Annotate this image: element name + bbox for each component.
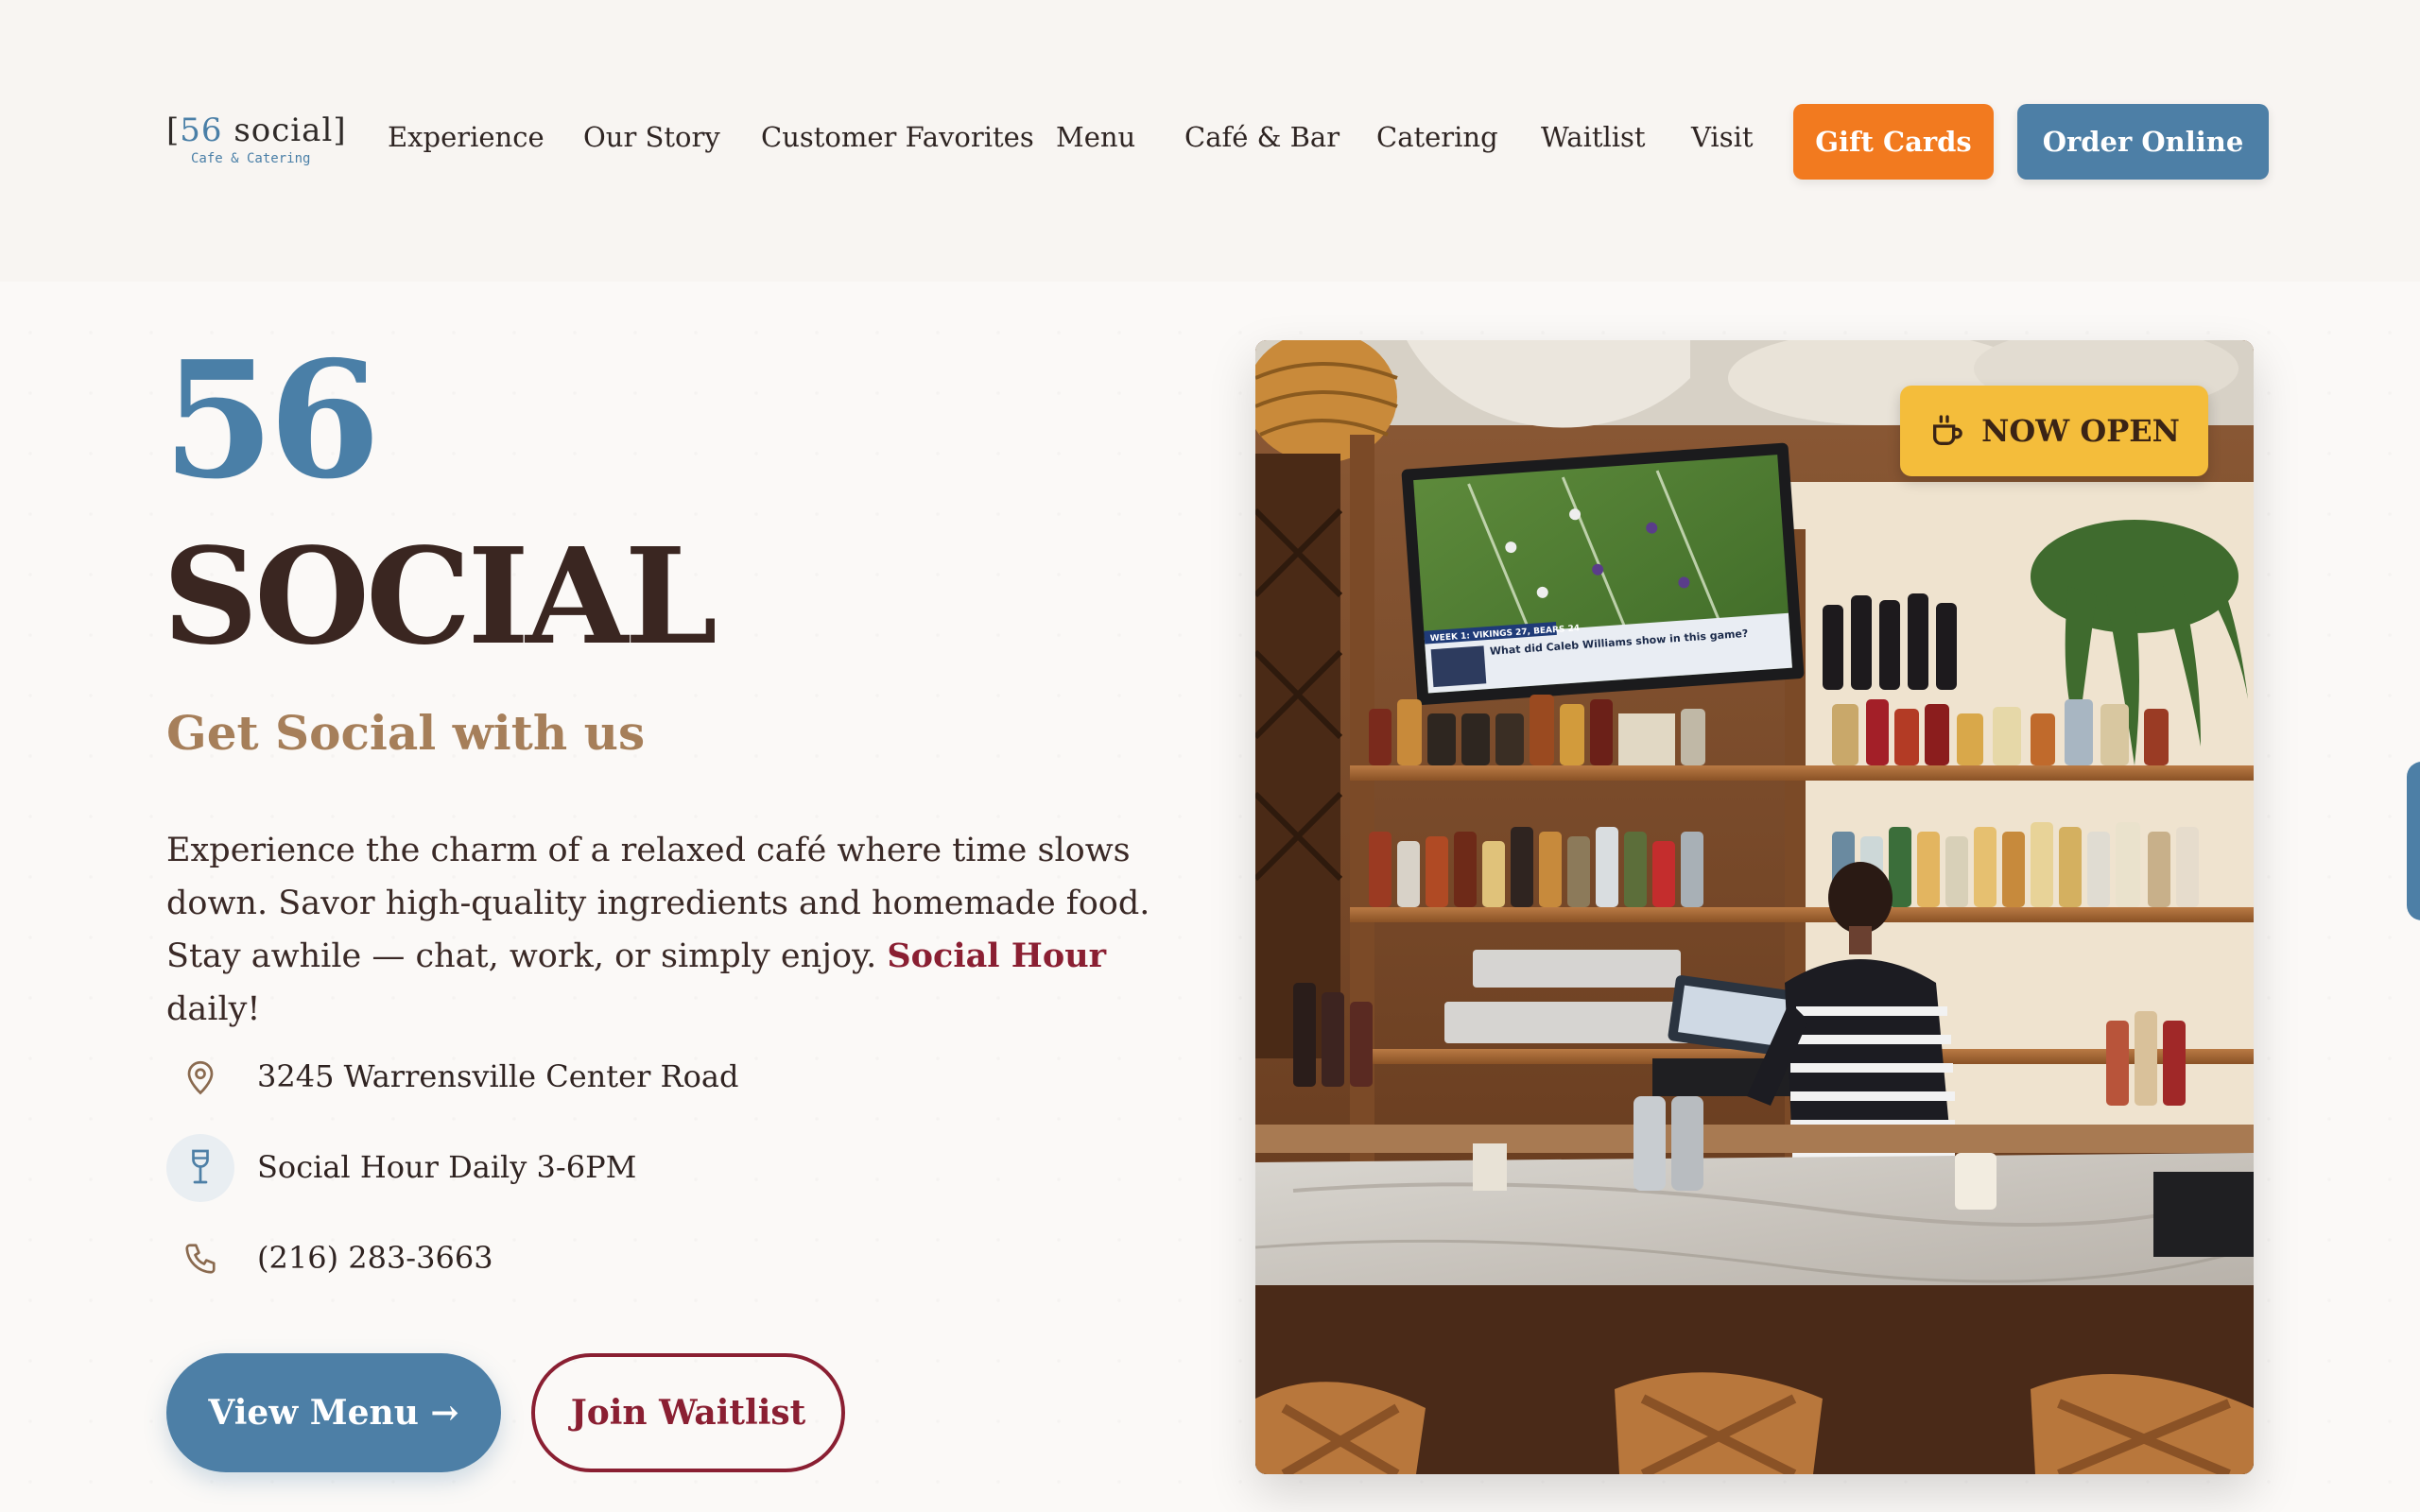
join-waitlist-button[interactable]: Join Waitlist <box>531 1353 845 1472</box>
phone-link[interactable]: (216) 283-3663 <box>257 1240 493 1276</box>
social-hour-highlight: Social Hour <box>887 936 1107 975</box>
location-pin-icon <box>166 1043 234 1111</box>
nav-item-customer-favorites[interactable]: Customer Favorites <box>761 121 1034 153</box>
brand-logo[interactable]: [56 social] Cafe & Catering <box>166 112 346 174</box>
logo-wordmark: [56 social] <box>166 112 347 149</box>
side-feedback-tab[interactable] <box>2407 762 2420 920</box>
social-hour-text: Social Hour Daily 3-6PM <box>257 1149 637 1185</box>
nav-item-waitlist[interactable]: Waitlist <box>1541 121 1646 153</box>
hero-tagline: Get Social with us <box>166 705 646 761</box>
order-online-button[interactable]: Order Online <box>2017 104 2269 180</box>
site-header: [56 social] Cafe & Catering Experience O… <box>0 0 2420 282</box>
view-menu-button[interactable]: View Menu → <box>166 1353 501 1472</box>
info-phone: (216) 283-3663 <box>166 1225 1017 1293</box>
info-social-hour: Social Hour Daily 3-6PM <box>166 1134 1017 1202</box>
hero-bar-photo: WEEK 1: VIKINGS 27, BEARS 24 What did Ca… <box>1255 340 2254 1474</box>
wine-glass-icon <box>166 1134 234 1202</box>
logo-subtitle: Cafe & Catering <box>191 151 311 166</box>
now-open-badge: NOW OPEN <box>1900 386 2208 476</box>
hero-title: SOCIAL <box>163 520 717 675</box>
nav-item-visit[interactable]: Visit <box>1691 121 1754 153</box>
nav-item-menu[interactable]: Menu <box>1056 121 1135 153</box>
gift-cards-button[interactable]: Gift Cards <box>1793 104 1994 180</box>
coffee-cup-icon <box>1933 415 1962 445</box>
phone-icon <box>166 1225 234 1293</box>
nav-item-our-story[interactable]: Our Story <box>583 121 720 153</box>
now-open-label: NOW OPEN <box>1981 413 2180 449</box>
nav-item-cafe-bar[interactable]: Café & Bar <box>1184 121 1340 153</box>
hero-number: 56 <box>163 326 381 515</box>
address-text: 3245 Warrensville Center Road <box>257 1058 739 1094</box>
nav-item-experience[interactable]: Experience <box>388 121 544 153</box>
hero-description: Experience the charm of a relaxed café w… <box>166 832 1150 1028</box>
info-address: 3245 Warrensville Center Road <box>166 1043 1017 1111</box>
nav-item-catering[interactable]: Catering <box>1376 121 1498 153</box>
